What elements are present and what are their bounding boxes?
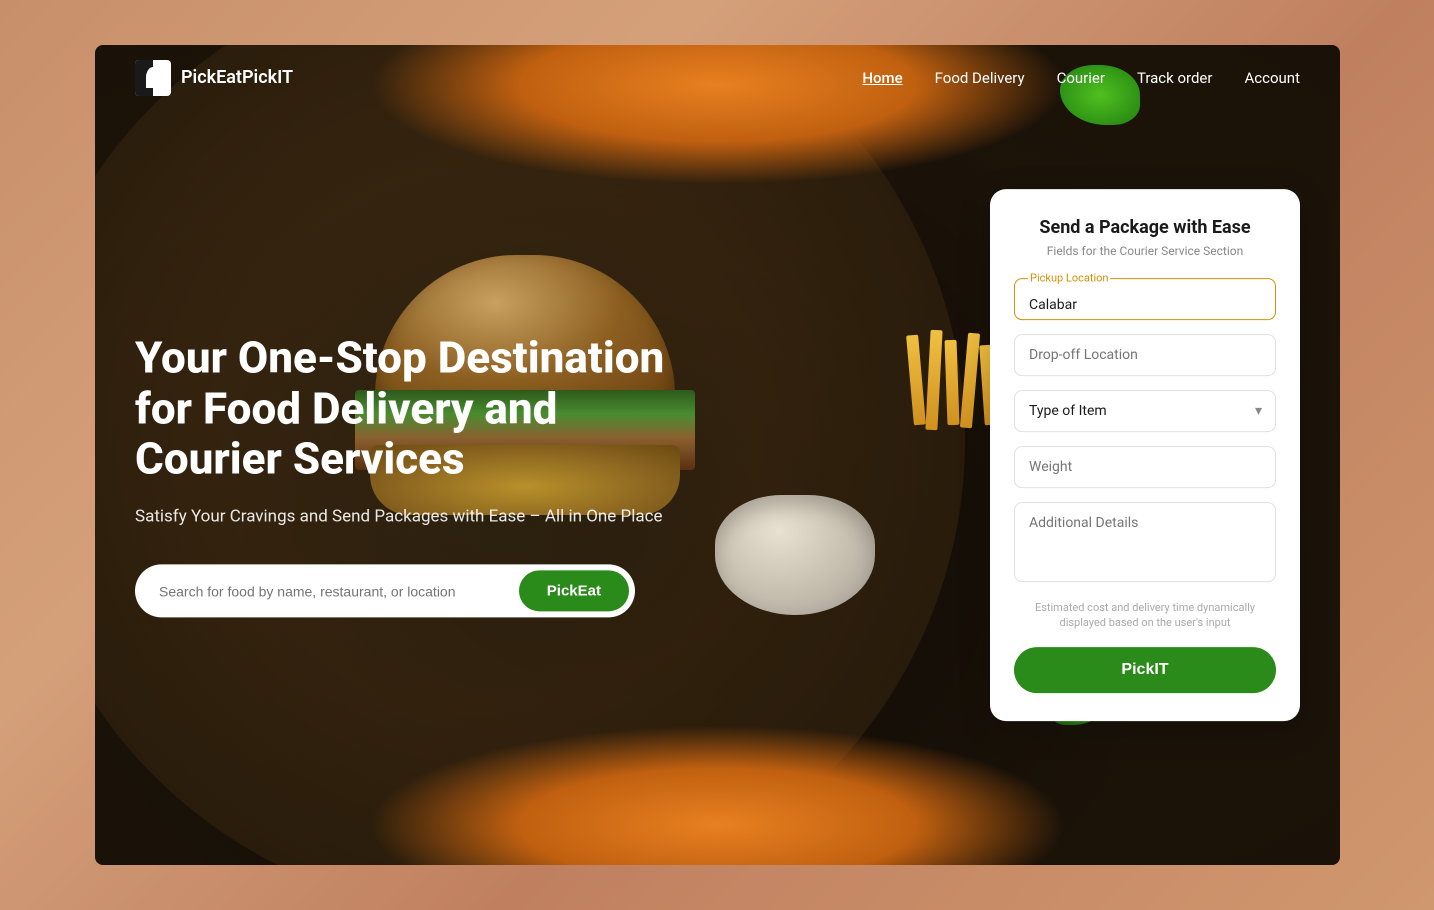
additional-details-textarea[interactable] xyxy=(1014,502,1276,582)
logo-text: PickEatPickIT xyxy=(181,67,293,88)
nav-item-account[interactable]: Account xyxy=(1244,68,1300,87)
nav-item-home[interactable]: Home xyxy=(862,68,902,87)
search-bar: PickEat xyxy=(135,565,635,618)
logo[interactable]: PickEatPickIT xyxy=(135,60,293,96)
item-type-select-wrapper: Type of Item Documents Electronics Food … xyxy=(1014,390,1276,432)
search-input[interactable] xyxy=(159,583,519,599)
package-form: Send a Package with Ease Fields for the … xyxy=(990,189,1300,721)
item-type-field: Type of Item Documents Electronics Food … xyxy=(1014,390,1276,432)
nav-link-account[interactable]: Account xyxy=(1244,69,1300,87)
pickeat-button[interactable]: PickEat xyxy=(519,571,629,612)
nav-link-track-order[interactable]: Track order xyxy=(1137,69,1213,87)
item-type-select[interactable]: Type of Item Documents Electronics Food … xyxy=(1014,390,1276,432)
weight-field xyxy=(1014,446,1276,488)
weight-input[interactable] xyxy=(1014,446,1276,488)
fry-4 xyxy=(960,333,980,429)
nav-link-courier[interactable]: Courier xyxy=(1057,69,1105,87)
additional-details-field xyxy=(1014,502,1276,586)
nav-item-food-delivery[interactable]: Food Delivery xyxy=(935,68,1025,87)
hero-subtitle: Satisfy Your Cravings and Send Packages … xyxy=(135,504,715,530)
nav-link-food-delivery[interactable]: Food Delivery xyxy=(935,69,1025,87)
nav-item-track-order[interactable]: Track order xyxy=(1137,68,1213,87)
main-container: PickEatPickIT Home Food Delivery Courier… xyxy=(95,45,1340,865)
form-title: Send a Package with Ease xyxy=(1014,217,1276,238)
hero-content: Your One-Stop Destination for Food Deliv… xyxy=(135,332,715,617)
logo-icon xyxy=(135,60,171,96)
pickup-location-input[interactable] xyxy=(1014,278,1276,320)
pickit-button[interactable]: PickIT xyxy=(1014,647,1276,693)
pickup-location-field: Pickup Location xyxy=(1014,278,1276,320)
fry-3 xyxy=(945,340,960,425)
fry-1 xyxy=(906,335,926,426)
form-subtitle: Fields for the Courier Service Section xyxy=(1014,244,1276,258)
nav-links: Home Food Delivery Courier Track order A… xyxy=(862,68,1300,87)
dropoff-location-field xyxy=(1014,334,1276,376)
navbar: PickEatPickIT Home Food Delivery Courier… xyxy=(95,45,1340,110)
dropoff-location-input[interactable] xyxy=(1014,334,1276,376)
fry-2 xyxy=(925,330,942,430)
hero-title: Your One-Stop Destination for Food Deliv… xyxy=(135,332,715,484)
nav-link-home[interactable]: Home xyxy=(862,69,902,87)
sauce-bowl xyxy=(715,495,875,615)
nav-item-courier[interactable]: Courier xyxy=(1057,68,1105,87)
form-note: Estimated cost and delivery time dynamic… xyxy=(1014,600,1276,631)
